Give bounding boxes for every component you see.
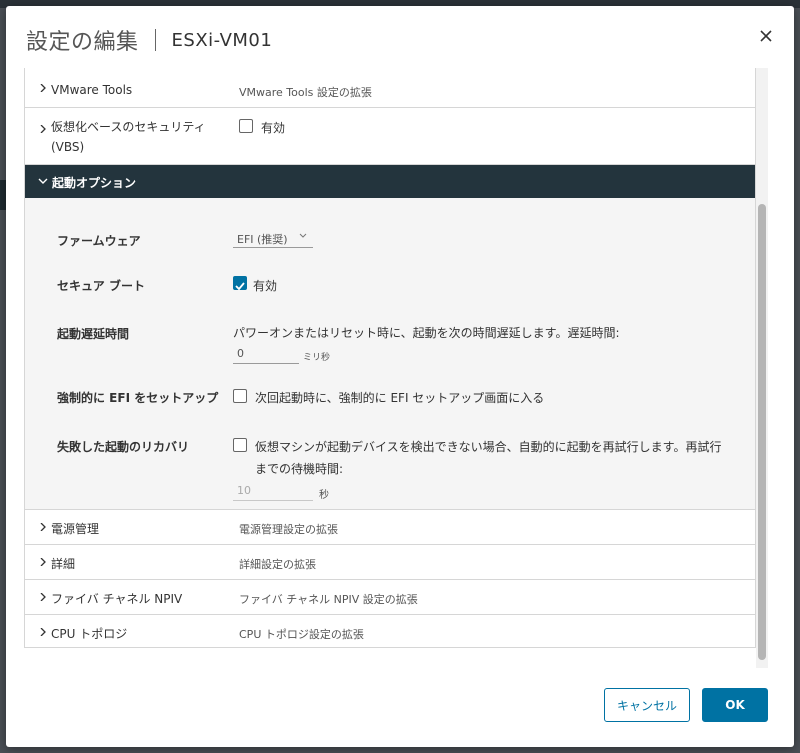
failed-boot-checkbox-label: 仮想マシンが起動デバイスを検出できない場合、自動的に起動を再試行します。再試行: [255, 440, 722, 454]
row-fibre-channel-npiv[interactable]: ファイバ チャネル NPIV ファイバ チャネル NPIV 設定の拡張: [25, 580, 755, 615]
dialog-title: 設定の編集 ESXi-VM01: [26, 24, 272, 56]
boot-delay-value: 0: [237, 347, 244, 360]
chevron-right-icon: [40, 523, 46, 531]
vbs-checkbox-label: 有効: [261, 121, 286, 135]
boot-delay-unit: ミリ秒: [303, 353, 331, 363]
chevron-right-icon: [40, 125, 46, 133]
row-vmware-tools[interactable]: VMware Tools VMware Tools 設定の拡張: [25, 68, 755, 108]
row-advanced[interactable]: 詳細 詳細設定の拡張: [25, 545, 755, 580]
row-label: ファイバ チャネル NPIV: [51, 592, 183, 606]
settings-panel: VMware Tools VMware Tools 設定の拡張 仮想化ベースのセ…: [24, 68, 756, 648]
boot-options-header[interactable]: 起動オプション: [25, 165, 755, 198]
row-label: CPU トポロジ: [51, 627, 128, 641]
row-label-sub: (VBS): [51, 140, 85, 154]
firmware-select[interactable]: EFI (推奨): [233, 228, 313, 248]
row-vbs[interactable]: 仮想化ベースのセキュリティ (VBS) 有効: [25, 108, 755, 165]
boot-delay-label: 起動遅延時間: [57, 327, 130, 341]
vbs-checkbox[interactable]: [239, 119, 253, 133]
chevron-down-icon: [38, 178, 48, 184]
chevron-right-icon: [40, 558, 46, 566]
row-label: VMware Tools: [51, 83, 133, 97]
failed-boot-checkbox-label-cont: までの待機時間:: [255, 462, 344, 476]
dialog-title-text: 設定の編集: [26, 30, 139, 55]
chevron-down-icon: [299, 233, 307, 238]
row-desc: 電源管理設定の拡張: [239, 523, 338, 536]
force-efi-checkbox[interactable]: [233, 389, 247, 403]
row-desc: CPU トポロジ設定の拡張: [239, 628, 364, 641]
row-label: 詳細: [51, 557, 76, 571]
secure-boot-checkbox[interactable]: [233, 276, 247, 291]
row-cpu-topology[interactable]: CPU トポロジ CPU トポロジ設定の拡張: [25, 615, 755, 647]
failed-boot-checkbox[interactable]: [233, 438, 247, 452]
scrollbar-thumb[interactable]: [758, 204, 766, 660]
cancel-button[interactable]: キャンセル: [604, 688, 690, 722]
force-efi-label: 強制的に EFI をセットアップ: [57, 391, 219, 405]
boot-options-body: ファームウェア EFI (推奨) セキュア ブート 有効 起動遅延時間 パワーオ…: [25, 198, 755, 510]
row-label: 仮想化ベースのセキュリティ: [51, 120, 206, 134]
boot-delay-desc: パワーオンまたはリセット時に、起動を次の時間遅延します。遅延時間:: [233, 326, 620, 340]
row-label: 電源管理: [51, 522, 100, 536]
chevron-right-icon: [40, 593, 46, 601]
close-icon[interactable]: [756, 26, 776, 46]
failed-boot-delay-value: 10: [237, 484, 251, 497]
row-desc: ファイバ チャネル NPIV 設定の拡張: [239, 593, 418, 606]
title-separator: [154, 29, 156, 51]
chevron-right-icon: [40, 83, 46, 92]
failed-boot-label: 失敗した起動のリカバリ: [57, 440, 190, 454]
firmware-label: ファームウェア: [57, 234, 141, 248]
row-desc: VMware Tools 設定の拡張: [239, 86, 372, 99]
scrollbar[interactable]: [756, 68, 768, 668]
ok-button[interactable]: OK: [702, 688, 768, 722]
secure-boot-label: セキュア ブート: [57, 279, 145, 293]
section-title: 起動オプション: [52, 176, 137, 190]
secure-boot-checkbox-label: 有効: [253, 279, 278, 293]
check-icon: [235, 282, 245, 291]
failed-boot-delay-input[interactable]: 10: [233, 481, 313, 501]
vm-name: ESXi-VM01: [171, 29, 273, 51]
firmware-select-value: EFI (推奨): [237, 233, 288, 246]
row-desc: 詳細設定の拡張: [239, 558, 316, 571]
chevron-right-icon: [40, 628, 46, 636]
dialog-header: 設定の編集 ESXi-VM01: [6, 6, 794, 66]
force-efi-checkbox-label: 次回起動時に、強制的に EFI セットアップ画面に入る: [255, 391, 545, 405]
boot-delay-input[interactable]: 0: [233, 344, 299, 364]
failed-boot-delay-unit: 秒: [319, 490, 329, 501]
row-power-management[interactable]: 電源管理 電源管理設定の拡張: [25, 510, 755, 545]
